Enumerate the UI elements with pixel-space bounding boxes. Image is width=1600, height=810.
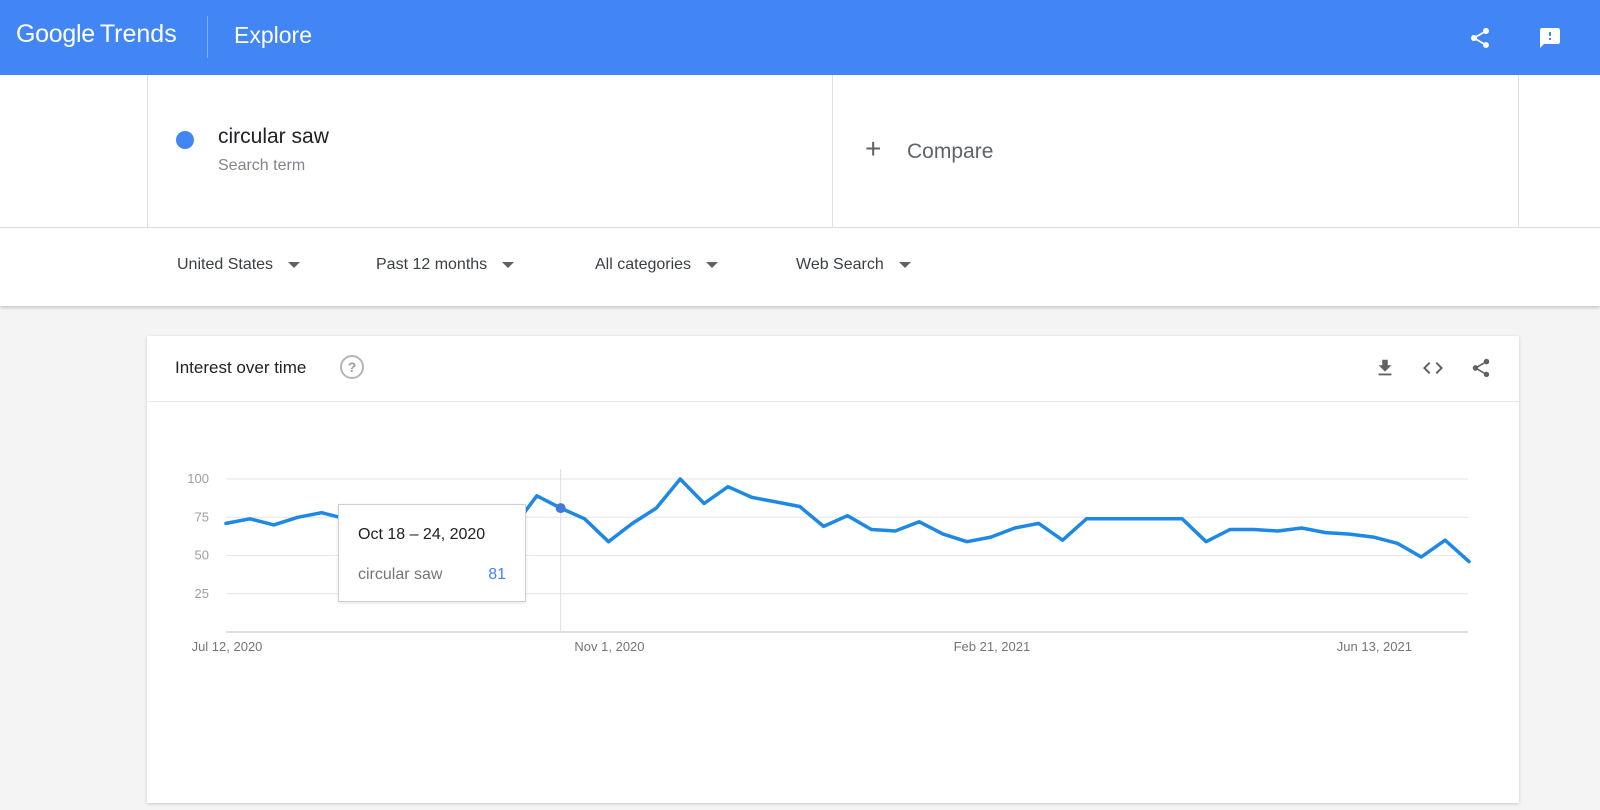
- card-share-button[interactable]: [1466, 353, 1496, 383]
- google-trends-logo[interactable]: Google Trends: [16, 20, 177, 56]
- data-point: [965, 540, 969, 544]
- feedback-icon: [1540, 28, 1560, 48]
- download-button[interactable]: [1370, 353, 1400, 383]
- data-point: [941, 532, 945, 536]
- tooltip-value: 81: [488, 566, 506, 583]
- y-tick-label: 50: [195, 548, 209, 563]
- chart-tooltip: Oct 18 – 24, 2020 circular saw 81: [338, 504, 526, 602]
- category-dropdown[interactable]: All categories: [595, 256, 719, 274]
- data-point: [1204, 540, 1208, 544]
- data-point: [917, 520, 921, 524]
- category-label: All categories: [595, 256, 692, 273]
- data-point: [1395, 541, 1399, 545]
- compare-label: Compare: [907, 140, 994, 163]
- data-point: [1371, 535, 1375, 539]
- search-terms-row: circular saw Search term + Compare: [0, 75, 1600, 228]
- data-point: [1347, 532, 1351, 536]
- data-point: [320, 511, 324, 515]
- download-icon: [1378, 359, 1392, 376]
- data-point: [630, 521, 634, 525]
- search-term-card[interactable]: circular saw Search term: [147, 75, 833, 228]
- compare-button[interactable]: + Compare: [833, 75, 1519, 228]
- y-tick-label: 100: [187, 471, 209, 486]
- data-point: [606, 540, 610, 544]
- data-point: [1061, 538, 1065, 542]
- data-point: [702, 501, 706, 505]
- embed-button[interactable]: [1418, 353, 1448, 383]
- tooltip-date: Oct 18 – 24, 2020: [358, 526, 486, 543]
- y-tick-label: 25: [195, 586, 209, 601]
- logo-trends: Trends: [99, 20, 177, 48]
- data-point: [1467, 560, 1471, 564]
- tooltip-series-name: circular saw: [358, 566, 443, 583]
- data-point: [1108, 517, 1112, 521]
- data-point: [535, 494, 539, 498]
- card-header: Interest over time ?: [147, 336, 1519, 402]
- card-title: Interest over time: [175, 358, 307, 377]
- header-divider: [207, 16, 208, 58]
- data-point: [1300, 526, 1304, 530]
- filters-bar: United States Past 12 months All categor…: [0, 228, 1600, 306]
- share-icon: [1472, 358, 1490, 378]
- x-tick-label: Feb 21, 2021: [954, 639, 1031, 654]
- data-point: [822, 524, 826, 528]
- data-point: [1180, 517, 1184, 521]
- term-color-dot: [176, 131, 194, 149]
- region-dropdown[interactable]: United States: [177, 256, 301, 274]
- share-icon: [1471, 28, 1489, 48]
- region-label: United States: [177, 256, 274, 273]
- data-point: [1156, 517, 1160, 521]
- data-point: [1276, 529, 1280, 533]
- data-point: [272, 523, 276, 527]
- share-button[interactable]: [1462, 20, 1498, 56]
- time-range-label: Past 12 months: [376, 256, 488, 273]
- data-point: [750, 495, 754, 499]
- data-point: [774, 500, 778, 504]
- data-point: [893, 529, 897, 533]
- x-tick-label: Jun 13, 2021: [1337, 639, 1412, 654]
- data-point: [1132, 517, 1136, 521]
- chevron-down-icon: [706, 262, 719, 268]
- plus-icon: +: [865, 133, 882, 164]
- data-point: [1085, 517, 1089, 521]
- data-point: [654, 506, 658, 510]
- data-point: [1037, 521, 1041, 525]
- data-point: [583, 517, 587, 521]
- logo-google: Google: [16, 20, 95, 48]
- help-icon[interactable]: ?: [340, 355, 364, 379]
- data-point: [989, 535, 993, 539]
- interest-line-chart[interactable]: 100 75 50 25 Jul 12, 2020 Nov 1, 2020 Feb 21, …: [147, 402, 1519, 802]
- feedback-button[interactable]: [1532, 20, 1568, 56]
- top-bar: Google Trends Explore: [0, 0, 1600, 75]
- data-point: [678, 477, 682, 481]
- x-tick-label: Nov 1, 2020: [574, 639, 644, 654]
- data-point: [869, 527, 873, 531]
- time-range-dropdown[interactable]: Past 12 months: [376, 256, 515, 274]
- data-point: [1013, 526, 1017, 530]
- chevron-down-icon: [288, 262, 301, 268]
- x-tick-label: Jul 12, 2020: [192, 639, 263, 654]
- data-point: [1324, 531, 1328, 535]
- y-tick-label: 75: [195, 509, 209, 524]
- chevron-down-icon: [898, 262, 911, 268]
- data-point: [846, 514, 850, 518]
- data-point: [1228, 527, 1232, 531]
- data-point: [1443, 538, 1447, 542]
- chevron-down-icon: [502, 262, 515, 268]
- data-point: [296, 515, 300, 519]
- data-point: [224, 521, 228, 525]
- data-point: [1419, 555, 1423, 559]
- search-term-type: Search term: [218, 157, 306, 174]
- data-point: [726, 485, 730, 489]
- search-term-name[interactable]: circular saw: [218, 125, 329, 149]
- search-type-label: Web Search: [796, 256, 884, 273]
- data-point: [1252, 527, 1256, 531]
- data-point: [248, 517, 252, 521]
- search-type-dropdown[interactable]: Web Search: [796, 256, 911, 274]
- page-title: Explore: [234, 22, 312, 48]
- data-point: [798, 505, 802, 509]
- highlighted-point: [555, 503, 566, 514]
- embed-icon: [1423, 362, 1443, 374]
